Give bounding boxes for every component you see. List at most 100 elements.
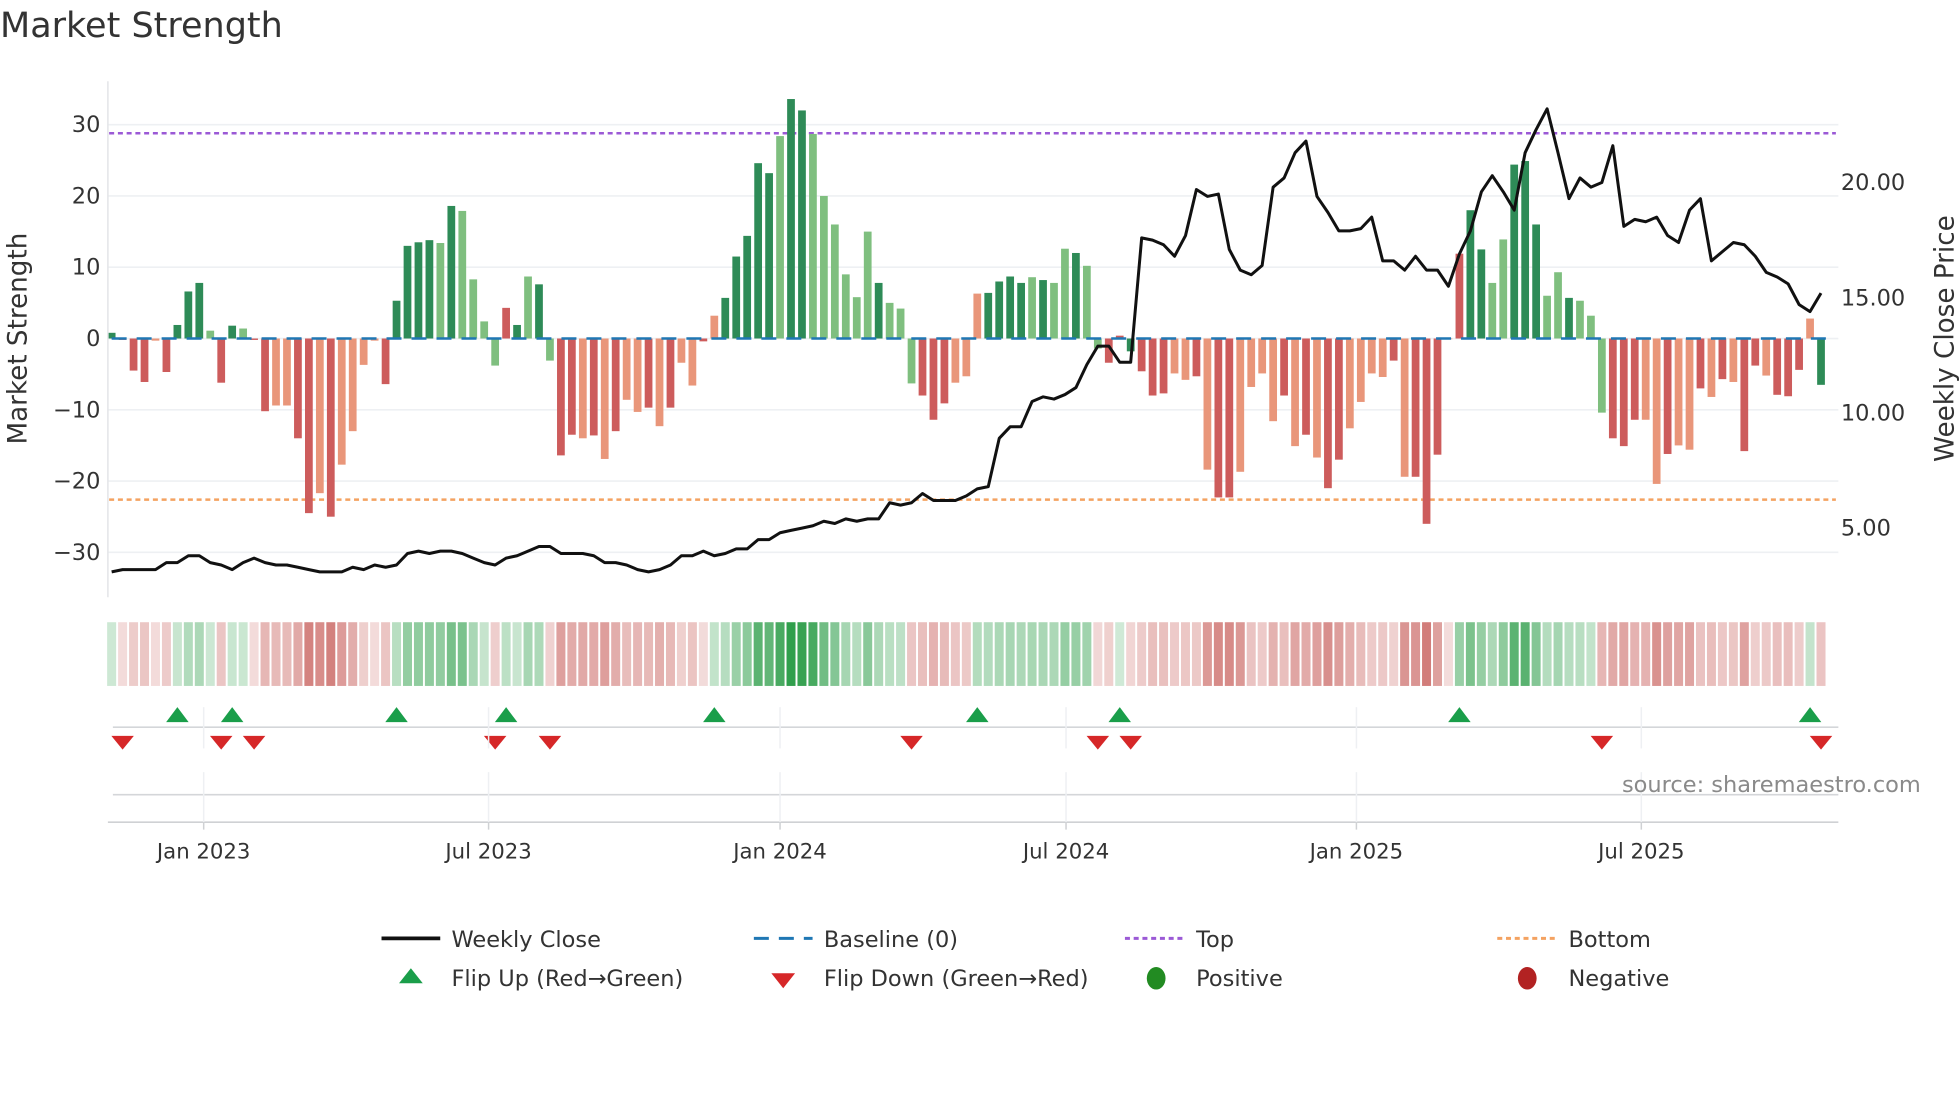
strip-cell <box>1301 622 1311 686</box>
strength-bar <box>1335 338 1343 460</box>
strip-cell <box>578 622 588 686</box>
strip-cell <box>983 622 993 686</box>
strength-bar <box>1302 338 1310 435</box>
strip-cell <box>1378 622 1388 686</box>
strength-bar <box>1422 338 1431 524</box>
strength-bar <box>1641 338 1650 420</box>
strength-bar <box>305 338 313 514</box>
strip-cell <box>1356 622 1366 686</box>
strip-cell <box>1783 622 1793 686</box>
strip-cell <box>1422 622 1432 686</box>
strength-bar <box>1017 282 1025 339</box>
strip-cell <box>1597 622 1607 686</box>
strength-bar <box>633 338 642 412</box>
strength-bar <box>1521 161 1530 339</box>
legend-positive: Positive <box>1196 966 1283 992</box>
source-label: source: sharemaestro.com <box>1622 772 1921 798</box>
x-tick-label: Jan 2023 <box>155 839 251 864</box>
strip-cell <box>1685 622 1695 686</box>
strip-cell <box>567 622 577 686</box>
strength-bar <box>195 282 204 339</box>
strip-cell <box>720 622 730 686</box>
strip-cell <box>1005 622 1015 686</box>
strip-cell <box>1575 622 1585 686</box>
strength-bar <box>557 338 565 456</box>
strength-bar <box>1554 272 1562 339</box>
strength-bar <box>743 235 752 339</box>
x-tick-label: Jul 2024 <box>1021 839 1109 864</box>
flip-up-marker <box>385 707 408 723</box>
strip-cell <box>1641 622 1651 686</box>
strength-bar <box>885 302 894 339</box>
flip-down-marker <box>209 735 233 750</box>
strength-bar <box>1082 265 1091 339</box>
strip-cell <box>293 622 303 686</box>
strip-cell <box>852 622 862 686</box>
strength-bar <box>184 291 193 339</box>
strip-cell <box>107 622 117 686</box>
strip-cell <box>1520 622 1530 686</box>
strength-bar <box>1258 338 1267 374</box>
strip-cell <box>238 622 248 686</box>
strength-bar <box>1608 338 1617 439</box>
y-axis-title: Market Strength <box>4 233 34 445</box>
strip-cell <box>1345 622 1355 686</box>
strip-cell <box>1191 622 1201 686</box>
strength-bar <box>1499 239 1508 339</box>
strength-bar <box>392 300 401 339</box>
strip-cell <box>961 622 971 686</box>
strength-bar <box>1192 338 1201 377</box>
x-tick-label: Jan 2025 <box>1308 839 1404 864</box>
strip-cell <box>918 622 927 686</box>
strip-cell <box>1498 622 1508 686</box>
strength-bar <box>1280 338 1288 396</box>
flip-up-marker <box>220 707 244 723</box>
strength-bar <box>228 325 237 339</box>
strip-cell <box>797 622 807 686</box>
strength-bar <box>239 328 248 339</box>
strip-cell <box>183 622 193 686</box>
strength-bar <box>502 307 510 339</box>
strength-bar <box>1225 338 1234 498</box>
strength-bar <box>359 338 368 365</box>
strip-cell <box>1695 622 1705 686</box>
y2-tick-label: 10.00 <box>1841 400 1905 426</box>
strip-cell <box>1038 622 1048 686</box>
strip-cell <box>1027 622 1037 686</box>
strength-bar <box>589 338 598 436</box>
strength-bar <box>1214 338 1223 498</box>
strength-bar <box>600 338 609 459</box>
strip-cell <box>731 622 741 686</box>
strength-bar <box>776 136 784 339</box>
strength-bar <box>1532 224 1540 339</box>
strength-bar <box>874 282 883 339</box>
strength-bar <box>1400 338 1409 477</box>
strength-bar <box>1619 338 1628 447</box>
strip-cell <box>1509 622 1519 686</box>
strip-cell <box>1049 622 1059 686</box>
flip-up-marker <box>703 707 726 723</box>
market-strength-chart: 30 20 10 0 −10 −20 −30 20.00 15.00 10.00 5.00 Marke… <box>4 81 1960 992</box>
strip-cell <box>742 622 752 686</box>
flip-down-marker <box>242 735 266 750</box>
x-tick-label: Jan 2024 <box>731 839 827 864</box>
y2-tick-label: 20.00 <box>1841 170 1905 196</box>
strip-cell <box>1367 622 1377 686</box>
strength-bar <box>765 173 773 339</box>
strip-cell <box>1268 622 1278 686</box>
strip-cell <box>1443 622 1453 686</box>
strip-cell <box>260 622 270 686</box>
strength-bar <box>524 276 532 339</box>
strength-bar <box>1324 338 1332 489</box>
strip-cell <box>1608 622 1618 686</box>
flip-up-icon <box>399 968 423 984</box>
legend-weekly-close: Weekly Close <box>451 927 600 953</box>
strip-cell <box>1115 622 1125 686</box>
strength-bar <box>1269 338 1278 422</box>
strength-bar <box>896 308 905 339</box>
y-tick-label: 0 <box>86 326 100 352</box>
strength-bar <box>261 338 269 412</box>
strength-bar <box>567 338 576 435</box>
strip-cell <box>1761 622 1771 686</box>
strip-cell <box>1290 622 1300 686</box>
